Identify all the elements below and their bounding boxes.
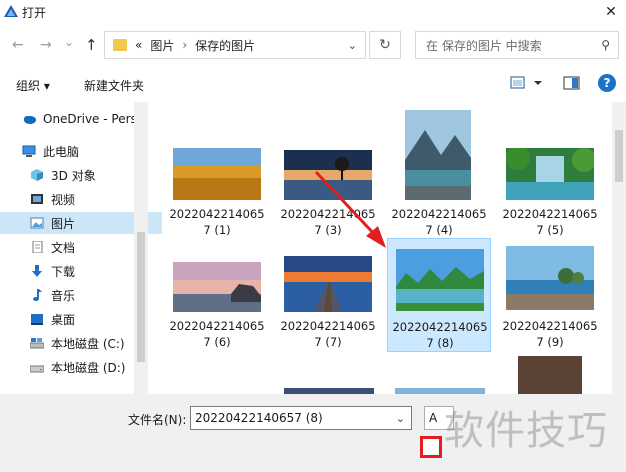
view-options-icon[interactable] xyxy=(509,75,547,91)
image-thumbnail-partial[interactable] xyxy=(518,356,582,394)
download-icon xyxy=(32,265,42,277)
file-name-suffix: 7 (6) xyxy=(203,335,231,349)
sidebar-item-label: 3D 对象 xyxy=(51,168,96,183)
watermark: 软件技巧 xyxy=(444,408,608,454)
app-icon xyxy=(4,5,18,17)
back-button[interactable]: ← xyxy=(12,37,24,53)
file-name-suffix: 7 (9) xyxy=(536,335,564,349)
pictures-icon xyxy=(30,217,44,229)
forward-button[interactable]: → xyxy=(40,37,52,53)
image-thumbnail xyxy=(506,148,594,200)
sidebar-item-this-pc[interactable]: 此电脑 xyxy=(0,140,154,162)
sidebar-item-label: OneDrive - Pers xyxy=(43,112,137,126)
file-tile[interactable]: 2022042214065 7 (4) xyxy=(387,108,491,237)
filename-input[interactable]: 20220422140657 (8) ⌄ xyxy=(190,406,412,430)
address-prefix: « xyxy=(135,38,143,52)
file-tile[interactable]: 2022042214065 7 (9) xyxy=(498,238,602,349)
cloud-icon xyxy=(24,116,36,124)
image-thumbnail xyxy=(405,110,471,200)
image-thumbnail xyxy=(396,249,484,311)
file-name-suffix: 7 (4) xyxy=(425,223,453,237)
chevron-down-icon[interactable]: ⌄ xyxy=(396,412,405,425)
sidebar-item-label: 音乐 xyxy=(51,288,76,303)
image-thumbnail xyxy=(173,148,261,200)
help-button[interactable]: ? xyxy=(598,74,616,92)
image-thumbnail xyxy=(173,262,261,312)
image-thumbnail xyxy=(506,246,594,310)
breadcrumb-pictures[interactable]: 图片 xyxy=(150,37,174,54)
file-name-suffix: 7 (8) xyxy=(426,336,454,350)
file-name: 2022042214065 xyxy=(392,320,488,334)
search-placeholder: 在 保存的图片 中搜索 xyxy=(426,38,542,53)
navigation-pane: OneDrive - Pers 此电脑 3D 对象 视频 图片 文档 下载 音乐… xyxy=(0,102,162,392)
folder-icon xyxy=(113,39,127,51)
filename-value: 20220422140657 (8) xyxy=(195,411,323,425)
file-tile[interactable]: 2022042214065 7 (6) xyxy=(165,238,269,349)
sidebar-item-onedrive[interactable]: OneDrive - Pers xyxy=(0,108,154,130)
close-button[interactable]: ✕ xyxy=(596,0,626,24)
file-name: 2022042214065 xyxy=(280,207,376,221)
breadcrumb-separator: › xyxy=(182,38,188,52)
sidebar-item-label: 本地磁盘 (D:) xyxy=(51,360,126,375)
sidebar-item-label: 此电脑 xyxy=(43,144,80,159)
file-name: 2022042214065 xyxy=(169,319,265,333)
recent-locations-button[interactable]: ⌄ xyxy=(64,35,74,49)
document-icon xyxy=(32,241,43,253)
file-name: 2022042214065 xyxy=(280,319,376,333)
up-button[interactable]: ↑ xyxy=(85,36,98,54)
title-bar xyxy=(0,0,626,24)
organize-menu[interactable]: 组织 ▾ xyxy=(16,77,50,94)
refresh-button[interactable]: ↻ xyxy=(369,31,401,59)
sidebar-item-label: 本地磁盘 (C:) xyxy=(51,336,125,351)
file-name: 2022042214065 xyxy=(502,207,598,221)
file-name-suffix: 7 (3) xyxy=(314,223,342,237)
computer-icon xyxy=(22,145,36,157)
window-title: 打开 xyxy=(22,6,47,20)
file-tile[interactable]: 2022042214065 7 (7) xyxy=(276,238,380,349)
new-folder-button[interactable]: 新建文件夹 xyxy=(84,77,144,94)
image-thumbnail xyxy=(284,150,372,200)
file-tile[interactable]: 2022042214065 7 (1) xyxy=(165,108,269,237)
file-name: 2022042214065 xyxy=(391,207,487,221)
sidebar-item-label: 下载 xyxy=(51,264,76,279)
search-input[interactable]: 在 保存的图片 中搜索 ⚲ xyxy=(415,31,619,59)
desktop-icon xyxy=(31,314,43,325)
sidebar-scrollbar-thumb[interactable] xyxy=(137,232,145,362)
file-name: 2022042214065 xyxy=(169,207,265,221)
file-name-suffix: 7 (5) xyxy=(536,223,564,237)
file-name-suffix: 7 (7) xyxy=(314,335,342,349)
file-tile-selected[interactable]: 2022042214065 7 (8) xyxy=(387,238,491,352)
file-name-suffix: 7 (1) xyxy=(203,223,231,237)
drive-icon xyxy=(30,338,44,349)
breadcrumb-saved-pictures[interactable]: 保存的图片 xyxy=(195,37,255,54)
preview-pane-icon[interactable] xyxy=(563,75,581,91)
open-button-highlight[interactable] xyxy=(420,436,442,458)
image-thumbnail xyxy=(284,256,372,312)
search-icon: ⚲ xyxy=(601,38,610,52)
file-list: 2022042214065 7 (1) 2022042214065 7 (3) … xyxy=(150,102,612,394)
file-tile[interactable]: 2022042214065 7 (5) xyxy=(498,108,602,237)
chevron-down-icon[interactable]: ⌄ xyxy=(348,39,357,52)
sidebar-item-label: 文档 xyxy=(51,240,76,255)
video-icon xyxy=(31,194,43,204)
file-tile[interactable]: 2022042214065 7 (3) xyxy=(276,108,380,237)
content-scrollbar-thumb[interactable] xyxy=(615,130,623,182)
address-bar[interactable]: « 图片 › 保存的图片 ⌄ xyxy=(104,31,366,59)
cube-icon xyxy=(31,169,43,181)
sidebar-item-label: 图片 xyxy=(51,216,76,231)
drive-icon xyxy=(30,365,44,373)
sidebar-item-label: 桌面 xyxy=(51,312,76,327)
sidebar-item-label: 视频 xyxy=(51,192,76,207)
filename-label: 文件名(N): xyxy=(128,413,187,427)
music-icon xyxy=(33,289,42,301)
file-name: 2022042214065 xyxy=(502,319,598,333)
